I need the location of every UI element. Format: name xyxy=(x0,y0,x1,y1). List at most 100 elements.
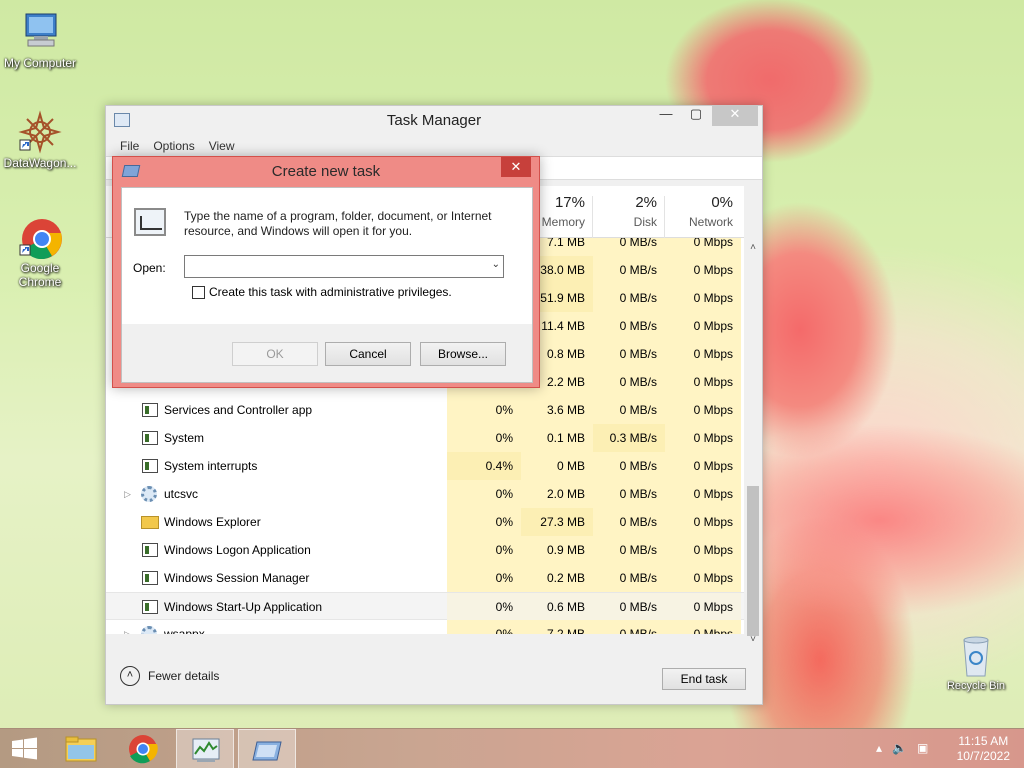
taskbar-chrome[interactable] xyxy=(114,729,172,768)
table-row[interactable]: Windows Session Manager 0% 0.2 MB 0 MB/s… xyxy=(106,564,744,592)
open-label: Open: xyxy=(133,261,166,275)
process-name: Windows Explorer xyxy=(164,515,261,529)
column-disk[interactable]: 2% Disk xyxy=(593,194,665,229)
desktop-icon-my-computer[interactable]: My Computer xyxy=(0,10,80,70)
close-button[interactable]: ✕ xyxy=(712,106,758,126)
cpu-cell: 0.4% xyxy=(447,452,521,480)
disk-cell: 0 MB/s xyxy=(593,238,665,256)
table-row[interactable]: Services and Controller app 0% 3.6 MB 0 … xyxy=(106,396,744,424)
scrollbar-thumb[interactable] xyxy=(747,486,759,636)
cancel-button[interactable]: Cancel xyxy=(325,342,411,366)
disk-cell: 0 MB/s xyxy=(593,312,665,340)
desktop-icon-google-chrome[interactable]: Google Chrome xyxy=(0,215,80,289)
table-row[interactable]: System interrupts 0.4% 0 MB 0 MB/s 0 Mbp… xyxy=(106,452,744,480)
dialog-close-button[interactable]: ✕ xyxy=(501,157,531,177)
network-cell: 0 Mbps xyxy=(665,396,741,424)
chrome-icon xyxy=(129,735,158,764)
taskbar-file-explorer[interactable] xyxy=(52,729,110,768)
network-cell: 0 Mbps xyxy=(665,508,741,536)
process-icon xyxy=(142,459,158,473)
show-hidden-icons-icon[interactable]: ▴ xyxy=(876,741,882,755)
table-row[interactable]: System 0% 0.1 MB 0.3 MB/s 0 Mbps xyxy=(106,424,744,452)
disk-cell: 0 MB/s xyxy=(593,396,665,424)
checkbox-icon[interactable] xyxy=(192,285,205,299)
disk-cell: 0 MB/s xyxy=(593,480,665,508)
expand-arrow-icon[interactable]: ▷ xyxy=(124,488,134,500)
network-cell: 0 Mbps xyxy=(665,368,741,396)
desktop-icon-label: Recycle Bin xyxy=(946,680,1006,692)
process-name: utcsvc xyxy=(164,487,199,501)
network-cell: 0 Mbps xyxy=(665,256,741,284)
title-bar[interactable]: Task Manager — ▢ ✕ xyxy=(106,106,762,136)
end-task-button[interactable]: End task xyxy=(662,668,746,690)
process-name: Services and Controller app xyxy=(164,403,313,417)
table-row[interactable]: Windows Logon Application 0% 0.9 MB 0 MB… xyxy=(106,536,744,564)
maximize-button[interactable]: ▢ xyxy=(682,106,710,126)
process-icon xyxy=(142,600,158,614)
column-network[interactable]: 0% Network xyxy=(665,194,741,229)
process-name: Windows Session Manager xyxy=(164,571,310,585)
table-row[interactable]: ▷ wsappx 0% 7.2 MB 0 MB/s 0 Mbps xyxy=(106,620,744,634)
cpu-cell: 0% xyxy=(447,593,521,621)
taskbar-run-dialog[interactable] xyxy=(238,729,296,768)
scroll-down-icon[interactable]: ˅ xyxy=(747,634,759,646)
start-button[interactable] xyxy=(0,729,50,768)
table-row[interactable]: Windows Explorer 0% 27.3 MB 0 MB/s 0 Mbp… xyxy=(106,508,744,536)
network-cell: 0 Mbps xyxy=(665,452,741,480)
process-name: Windows Logon Application xyxy=(164,543,311,557)
table-row[interactable]: ▷ utcsvc 0% 2.0 MB 0 MB/s 0 Mbps xyxy=(106,480,744,508)
vertical-scrollbar[interactable]: ˄ ˅ xyxy=(744,238,762,650)
cpu-cell: 0% xyxy=(447,508,521,536)
network-cell: 0 Mbps xyxy=(665,620,741,634)
disk-cell: 0 MB/s xyxy=(593,508,665,536)
cpu-cell: 0% xyxy=(447,396,521,424)
open-combobox[interactable]: ⌄ xyxy=(184,255,504,278)
menu-file[interactable]: File xyxy=(120,139,139,153)
network-cell: 0 Mbps xyxy=(665,564,741,592)
memory-cell: 0.1 MB xyxy=(521,424,593,452)
clock[interactable]: 11:15 AM 10/7/2022 xyxy=(957,734,1010,764)
memory-cell: 0 MB xyxy=(521,452,593,480)
network-label: Network xyxy=(688,215,733,229)
menu-options[interactable]: Options xyxy=(153,139,194,153)
create-new-task-dialog: Create new task ✕ Type the name of a pro… xyxy=(112,156,540,388)
network-icon[interactable]: ▣ xyxy=(917,741,928,755)
desktop-icon-label: Google Chrome xyxy=(18,261,62,289)
recycle-bin-icon xyxy=(956,632,996,678)
task-manager-icon xyxy=(192,738,220,762)
minimize-button[interactable]: — xyxy=(652,106,680,126)
fewer-details-button[interactable]: ˄ Fewer details xyxy=(120,666,219,686)
process-icon xyxy=(142,543,158,557)
expand-arrow-icon[interactable]: ▷ xyxy=(124,628,134,634)
network-percent: 0% xyxy=(711,194,733,211)
network-cell: 0 Mbps xyxy=(665,480,741,508)
desktop-icon-recycle-bin[interactable]: Recycle Bin xyxy=(940,632,1012,692)
table-row-selected[interactable]: Windows Start-Up Application 0% 0.6 MB 0… xyxy=(106,592,744,621)
disk-cell: 0 MB/s xyxy=(593,452,665,480)
open-input[interactable] xyxy=(189,256,479,277)
clock-date: 10/7/2022 xyxy=(956,749,1010,763)
disk-cell: 0 MB/s xyxy=(593,564,665,592)
scroll-up-icon[interactable]: ˄ xyxy=(747,242,759,254)
run-dialog-icon xyxy=(252,741,282,761)
browse-button[interactable]: Browse... xyxy=(420,342,506,366)
taskbar-task-manager[interactable] xyxy=(176,729,234,768)
memory-cell: 3.6 MB xyxy=(521,396,593,424)
memory-cell: 0.9 MB xyxy=(521,536,593,564)
service-gear-icon xyxy=(141,626,157,634)
admin-privileges-checkbox[interactable]: Create this task with administrative pri… xyxy=(192,285,452,299)
dialog-title: Create new task xyxy=(271,163,381,180)
cpu-cell: 0% xyxy=(447,480,521,508)
network-cell: 0 Mbps xyxy=(665,284,741,312)
ok-button[interactable]: OK xyxy=(232,342,318,366)
menu-view[interactable]: View xyxy=(209,139,235,153)
network-cell: 0 Mbps xyxy=(665,312,741,340)
fewer-details-label: Fewer details xyxy=(148,669,220,683)
volume-muted-icon[interactable]: 🔈 xyxy=(892,741,907,755)
chevron-down-icon[interactable]: ⌄ xyxy=(492,259,500,270)
chrome-icon xyxy=(18,215,62,260)
service-gear-icon xyxy=(141,486,157,502)
network-cell: 0 Mbps xyxy=(665,238,741,256)
program-icon xyxy=(134,208,166,236)
desktop-icon-datawagon[interactable]: DataWagon... xyxy=(0,110,80,170)
